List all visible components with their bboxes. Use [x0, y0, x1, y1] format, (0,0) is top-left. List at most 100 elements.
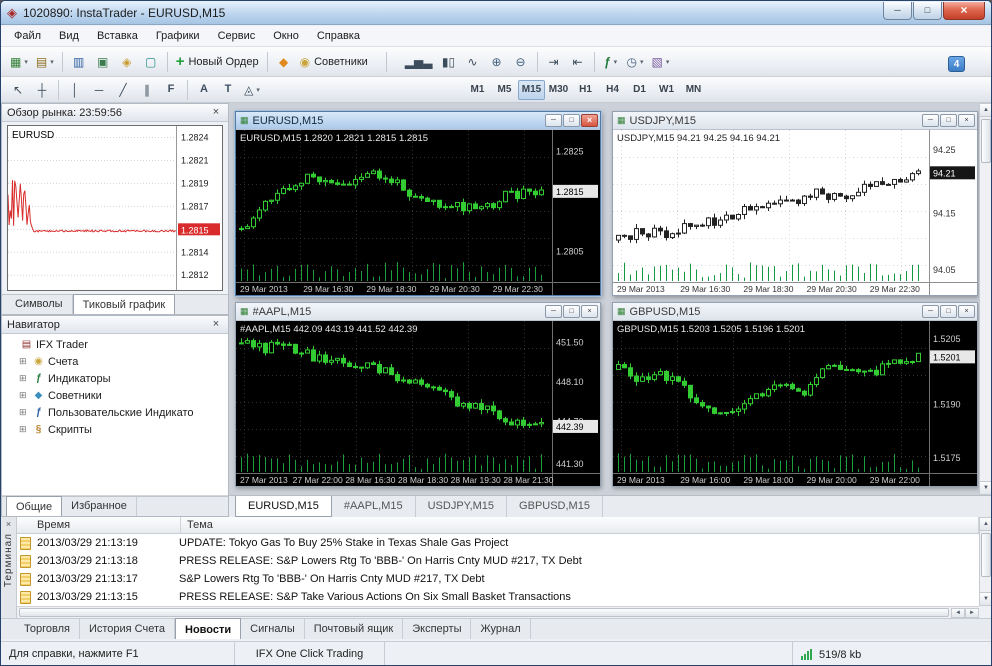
menu-window[interactable]: Окно — [264, 27, 308, 45]
menu-file[interactable]: Файл — [5, 27, 50, 45]
terminal-button[interactable]: ▢ — [139, 50, 163, 74]
market-watch-close-button[interactable]: × — [209, 107, 223, 118]
chart-close-button[interactable]: × — [581, 114, 598, 127]
terminal-tab-signals[interactable]: Сигналы — [241, 619, 305, 639]
terminal-close-button[interactable]: × — [6, 519, 11, 529]
terminal-tab-account-history[interactable]: История Счета — [80, 619, 176, 639]
menu-charts[interactable]: Графики — [147, 27, 209, 45]
zoom-in-button[interactable]: ⊕ — [485, 50, 509, 74]
scrollbar-track[interactable] — [980, 531, 991, 592]
tree-expand-icon[interactable]: ⊞ — [19, 357, 31, 366]
chart-window-title-bar[interactable]: ▦ USDJPY,M15 ─ □ × — [613, 112, 977, 130]
chart-window-title-bar[interactable]: ▦ #AAPL,M15 ─ □ × — [236, 303, 600, 321]
timeframe-d1-button[interactable]: D1 — [626, 80, 653, 100]
trendline-button[interactable]: ╱ — [111, 80, 135, 100]
scroll-down-icon[interactable]: ▼ — [980, 481, 991, 494]
scrollbar-thumb[interactable] — [19, 608, 949, 617]
tree-expand-icon[interactable]: ⊞ — [19, 391, 31, 400]
timeframe-m1-button[interactable]: M1 — [464, 80, 491, 100]
horizontal-line-button[interactable]: ─ — [87, 80, 111, 100]
news-row[interactable]: 2013/03/29 21:13:15 PRESS RELEASE: S&P Ta… — [17, 588, 979, 606]
tree-expand-icon[interactable]: ⊞ — [19, 408, 31, 417]
tick-chart[interactable]: EURUSD 1.2824 1.2821 1.2819 1.2817 1.2815 1.28… — [7, 125, 223, 291]
navigator-close-button[interactable]: × — [209, 319, 223, 330]
terminal-tab-experts[interactable]: Эксперты — [403, 619, 472, 639]
timeframe-m15-button[interactable]: M15 — [518, 79, 545, 100]
navigator-item-indicators[interactable]: ⊞ ƒ Индикаторы — [2, 370, 228, 387]
title-bar[interactable]: ◈ 1020890: InstaTrader - EURUSD,M15 ─ □ … — [1, 1, 991, 25]
chart-close-button[interactable]: × — [958, 305, 975, 318]
chart-tab-usdjpy-m15[interactable]: USDJPY,M15 — [416, 496, 508, 517]
timeframe-h4-button[interactable]: H4 — [599, 80, 626, 100]
navigator-item-accounts[interactable]: ⊞ ◉ Счета — [2, 353, 228, 370]
chart-minimize-button[interactable]: ─ — [922, 114, 939, 127]
new-chart-button[interactable]: ▦ ▾ — [6, 50, 32, 74]
scrollbar-thumb[interactable] — [981, 119, 991, 163]
text-button[interactable]: A — [192, 80, 216, 100]
notification-badge[interactable]: 4 — [948, 56, 965, 72]
templates-button[interactable]: ▧ ▾ — [648, 50, 674, 74]
terminal-vscrollbar[interactable]: ▲ ▼ — [979, 517, 991, 606]
terminal-column-topic[interactable]: Тема — [181, 517, 979, 533]
auto-scroll-button[interactable]: ⇥ — [542, 50, 566, 74]
timeframe-m5-button[interactable]: M5 — [491, 80, 518, 100]
data-window-button[interactable]: ▣ — [91, 50, 115, 74]
terminal-tab-journal[interactable]: Журнал — [471, 619, 531, 639]
scrollbar-thumb[interactable] — [981, 533, 991, 577]
navigator-item-expert-advisors[interactable]: ⊞ ◆ Советники — [2, 387, 228, 404]
line-chart-button[interactable]: ∿ — [461, 50, 485, 74]
profiles-button[interactable]: ▤ ▾ — [32, 50, 58, 74]
terminal-tab-mailbox[interactable]: Почтовый ящик — [305, 619, 404, 639]
chart-window-title-bar[interactable]: ▦ GBPUSD,M15 ─ □ × — [613, 303, 977, 321]
terminal-hscrollbar[interactable]: ◄ ► — [17, 606, 979, 618]
menu-service[interactable]: Сервис — [209, 27, 265, 45]
tree-expand-icon[interactable]: ⊞ — [19, 425, 31, 434]
terminal-column-time[interactable]: Время — [17, 517, 181, 533]
news-row[interactable]: 2013/03/29 21:13:19 UPDATE: Tokyo Gas To … — [17, 534, 979, 552]
chart-close-button[interactable]: × — [958, 114, 975, 127]
close-button[interactable]: × — [943, 1, 985, 20]
scroll-up-icon[interactable]: ▲ — [980, 518, 991, 531]
text-label-button[interactable]: T — [216, 80, 240, 100]
tree-expand-icon[interactable]: ⊞ — [19, 374, 31, 383]
terminal-tab-news[interactable]: Новости — [175, 618, 242, 639]
maximize-button[interactable]: □ — [913, 1, 942, 20]
navigator-item-scripts[interactable]: ⊞ § Скрипты — [2, 421, 228, 438]
chart-window-title-bar[interactable]: ▦ EURUSD,M15 ─ □ × — [236, 112, 600, 130]
chart-canvas[interactable]: GBPUSD,M15 1.5203 1.5205 1.5196 1.5201 1.… — [613, 321, 977, 486]
menu-help[interactable]: Справка — [308, 27, 369, 45]
navigator-item-ifx-trader[interactable]: ▤ IFX Trader — [2, 336, 228, 353]
timeframe-mn-button[interactable]: MN — [680, 80, 707, 100]
chart-minimize-button[interactable]: ─ — [545, 114, 562, 127]
scroll-up-icon[interactable]: ▲ — [980, 104, 991, 117]
market-watch-button[interactable]: ▥ — [67, 50, 91, 74]
fibonacci-button[interactable]: F — [159, 80, 183, 100]
chart-tab-aapl-m15[interactable]: #AAPL,M15 — [332, 496, 416, 517]
market-watch-tab-tick-chart[interactable]: Тиковый график — [72, 294, 176, 314]
status-one-click-trading[interactable]: IFX One Click Trading — [235, 642, 385, 665]
terminal-tab-trade[interactable]: Торговля — [15, 619, 80, 639]
workspace-scrollbar[interactable]: ▲ ▼ — [979, 103, 991, 495]
scroll-right-icon[interactable]: ► — [965, 607, 979, 618]
navigator-tab-common[interactable]: Общие — [6, 496, 63, 516]
shapes-button[interactable]: ◬ ▾ — [240, 80, 264, 100]
chart-minimize-button[interactable]: ─ — [922, 305, 939, 318]
crosshair-button[interactable]: ┼ — [30, 80, 54, 100]
chart-canvas[interactable]: #AAPL,M15 442.09 443.19 441.52 442.39 451… — [236, 321, 600, 486]
market-watch-tab-symbols[interactable]: Символы — [6, 295, 73, 314]
menu-insert[interactable]: Вставка — [88, 27, 147, 45]
periods-button[interactable]: ◷ ▾ — [623, 50, 648, 74]
chart-tab-gbpusd-m15[interactable]: GBPUSD,M15 — [507, 496, 603, 517]
timeframe-h1-button[interactable]: H1 — [572, 80, 599, 100]
bar-chart-button[interactable]: ▂▅▃ — [401, 50, 437, 74]
channel-button[interactable]: ∥ — [135, 80, 159, 100]
vertical-line-button[interactable]: │ — [63, 80, 87, 100]
chart-tab-eurusd-m15[interactable]: EURUSD,M15 — [235, 496, 332, 517]
chart-restore-button[interactable]: □ — [940, 114, 957, 127]
experts-button[interactable]: ◉ Советники — [296, 50, 372, 74]
scroll-left-icon[interactable]: ◄ — [951, 607, 965, 618]
navigator-tab-favorites[interactable]: Избранное — [62, 497, 137, 516]
indicators-button[interactable]: ƒ ▾ — [599, 50, 623, 74]
chart-shift-button[interactable]: ⇤ — [566, 50, 590, 74]
candlestick-button[interactable]: ▮▯ — [437, 50, 461, 74]
